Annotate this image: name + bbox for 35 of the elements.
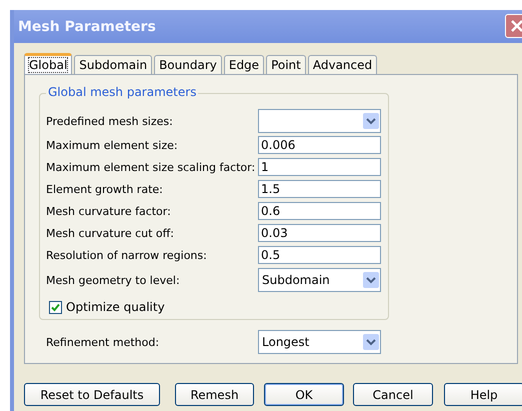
field-label: Resolution of narrow regions: xyxy=(46,248,208,262)
tab[interactable]: Advanced xyxy=(308,55,378,74)
dialog-button[interactable]: Help xyxy=(444,383,522,406)
tab[interactable]: Edge xyxy=(224,55,264,74)
field-label: Element growth rate: xyxy=(46,182,164,196)
field-label: Maximum element size scaling factor: xyxy=(46,160,256,174)
tab[interactable]: Global xyxy=(24,53,72,74)
window-title: Mesh Parameters xyxy=(18,18,156,34)
input-field[interactable]: 0.6 xyxy=(258,202,381,220)
field-label: Maximum element size: xyxy=(46,138,179,152)
field-label: Mesh curvature cut off: xyxy=(46,226,175,240)
field-label: Predefined mesh sizes: xyxy=(46,114,174,128)
tab[interactable]: Point xyxy=(266,55,306,74)
dialog-button[interactable]: Cancel xyxy=(353,383,433,406)
input-field[interactable]: 0.03 xyxy=(258,224,381,242)
tab[interactable]: Boundary xyxy=(154,55,222,74)
checkbox[interactable] xyxy=(49,300,62,314)
checkbox-label[interactable]: Optimize quality xyxy=(66,300,165,314)
field-label: Mesh curvature factor: xyxy=(46,204,172,218)
group-title: Global mesh parameters xyxy=(46,85,198,99)
field-label: Refinement method: xyxy=(46,336,160,348)
input-field[interactable]: 0.006 xyxy=(258,136,381,154)
close-button[interactable] xyxy=(505,14,522,38)
dialog-button[interactable]: Reset to Defaults xyxy=(24,383,160,406)
input-field[interactable]: 1 xyxy=(258,158,381,176)
tab[interactable]: Subdomain xyxy=(74,55,152,74)
dropdown[interactable]: Longest xyxy=(258,330,381,354)
input-field[interactable]: 1.5 xyxy=(258,180,381,198)
field-label: Mesh geometry to level: xyxy=(46,274,181,286)
dropdown[interactable]: Subdomain xyxy=(258,268,381,292)
dialog-button[interactable]: Remesh xyxy=(175,383,254,406)
input-field[interactable]: 0.5 xyxy=(258,246,381,264)
dialog-button[interactable]: OK xyxy=(264,383,344,406)
dropdown[interactable] xyxy=(258,109,381,133)
close-icon xyxy=(510,19,522,33)
